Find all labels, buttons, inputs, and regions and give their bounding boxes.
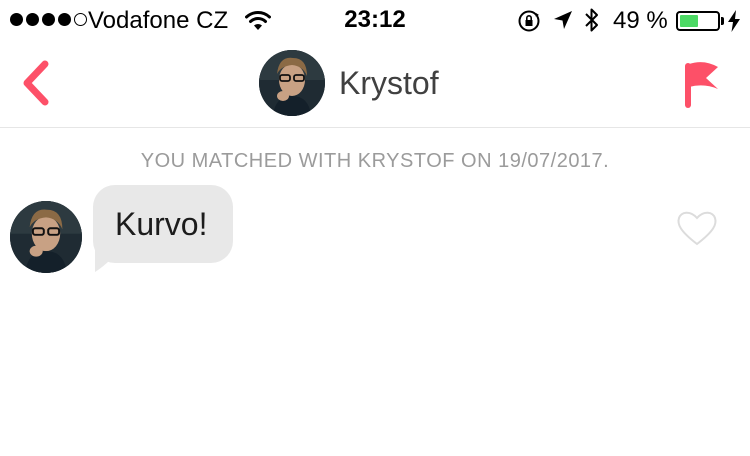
match-notice: YOU MATCHED WITH KRYSTOF ON 19/07/2017. xyxy=(140,150,610,172)
profile-photo xyxy=(259,50,325,116)
chat-header: Krystof xyxy=(0,40,750,128)
message-text: Kurvo! xyxy=(115,205,208,242)
heart-icon[interactable] xyxy=(676,209,718,247)
charging-bolt-icon xyxy=(728,10,740,32)
location-arrow-icon xyxy=(554,11,572,29)
rotation-lock-icon xyxy=(518,10,540,32)
battery-level xyxy=(680,15,698,27)
match-profile-header[interactable]: Krystof xyxy=(259,50,439,116)
bluetooth-icon xyxy=(585,8,598,32)
message-bubble-group: Kurvo! xyxy=(93,185,233,272)
battery-tip xyxy=(721,17,724,25)
message-bubble[interactable]: Kurvo! xyxy=(93,185,233,263)
chevron-left-icon[interactable] xyxy=(18,58,54,108)
avatar[interactable] xyxy=(259,50,325,116)
battery-icon xyxy=(676,11,720,31)
flag-icon[interactable] xyxy=(682,58,722,110)
message-avatar[interactable] xyxy=(10,201,82,273)
status-bar: Vodafone CZ 23:12 49 % xyxy=(0,0,750,40)
match-name: Krystof xyxy=(339,65,439,101)
profile-photo xyxy=(10,201,82,273)
battery-percent: 49 % xyxy=(613,7,668,34)
